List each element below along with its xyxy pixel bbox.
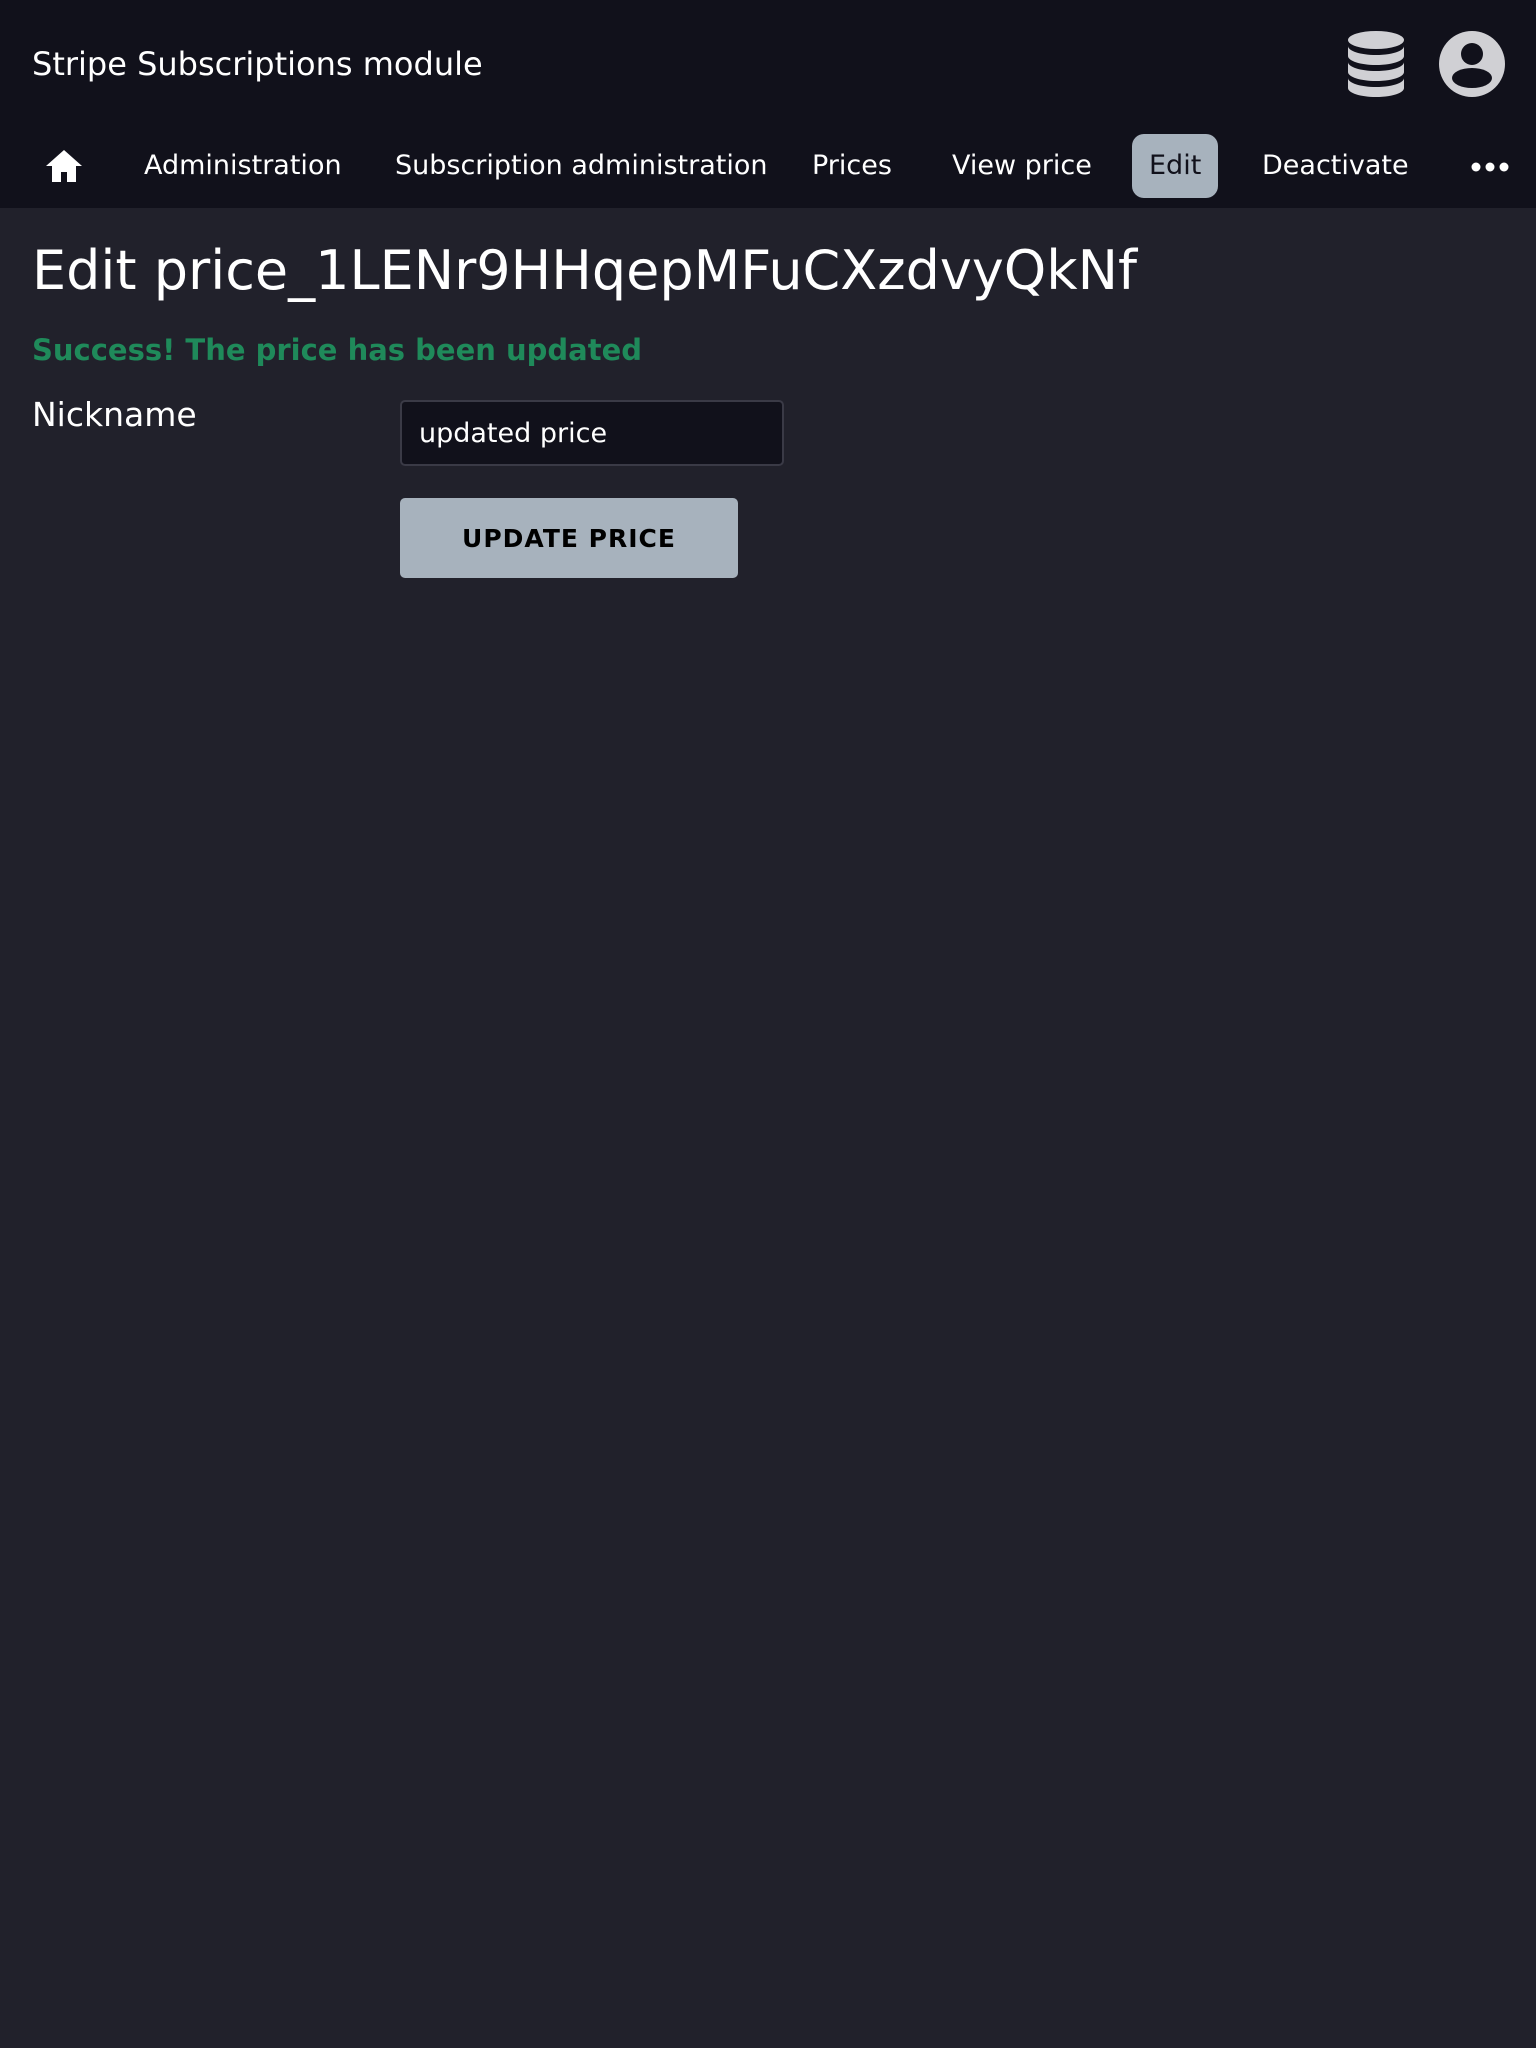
update-price-button[interactable]: UPDATE PRICE [400,498,738,578]
more-horizontal-icon[interactable] [1470,150,1510,184]
user-circle-icon[interactable] [1438,30,1506,98]
nickname-input[interactable] [400,400,784,466]
breadcrumb-nav: Administration Subscription administrati… [0,126,1536,208]
nav-item-subscription-administration[interactable]: Subscription administration [395,134,767,198]
page-title: Edit price_1LENr9HHqepMFuCXzdvyQkNf [32,239,1137,302]
nickname-label: Nickname [32,395,197,434]
nav-item-edit[interactable]: Edit [1132,134,1219,198]
home-icon[interactable] [44,146,84,186]
database-icon[interactable] [1346,30,1406,98]
top-bar: Stripe Subscriptions module [0,0,1536,126]
nav-item-prices[interactable]: Prices [812,134,892,198]
nav-item-administration[interactable]: Administration [144,134,342,198]
nav-item-view-price[interactable]: View price [952,134,1092,198]
success-message: Success! The price has been updated [32,333,643,367]
nav-item-deactivate[interactable]: Deactivate [1262,134,1409,198]
app-title: Stripe Subscriptions module [32,45,483,83]
